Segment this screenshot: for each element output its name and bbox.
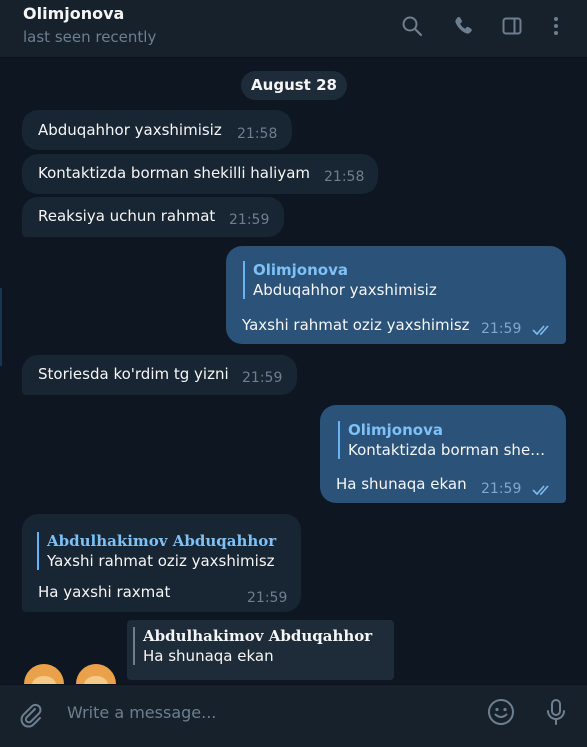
message-text: Ha yaxshi raxmat [38,583,171,601]
read-ticks-icon [532,485,549,496]
outgoing-message[interactable]: Olimjonova Kontaktizda borman she… Ha sh… [320,405,566,503]
outgoing-message[interactable]: Olimjonova Abduqahhor yaxshimisiz Yaxshi… [226,246,566,344]
message-list[interactable]: August 28 Abduqahhor yaxshimisiz 21:58 K… [0,58,587,684]
reply-author: Abdulhakimov Abduqahhor [47,532,277,550]
incoming-message[interactable]: Abduqahhor yaxshimisiz 21:58 [22,110,292,150]
scroll-indicator [0,288,2,366]
message-time: 21:59 [481,321,522,337]
message-time: 21:58 [237,126,278,142]
incoming-message[interactable]: Reaksiya uchun rahmat 21:59 [22,197,284,237]
message-time: 21:58 [324,169,365,185]
phone-icon[interactable] [451,14,475,38]
message-time: 21:59 [242,370,283,386]
emoji-icon[interactable] [486,697,516,727]
message-input[interactable]: Write a message... [67,703,216,722]
message-text: Kontaktizda borman shekilli haliyam [38,164,311,182]
read-ticks-icon [532,325,549,336]
reply-preview[interactable]: Abdulhakimov Abduqahhor Yaxshi rahmat oz… [37,532,293,570]
more-vertical-icon[interactable] [544,14,568,38]
message-time: 21:59 [229,212,270,228]
search-icon[interactable] [400,14,424,38]
reply-preview[interactable]: Olimjonova Abduqahhor yaxshimisiz [243,261,543,299]
last-seen-status: last seen recently [23,28,157,46]
message-composer: Write a message... [0,684,587,747]
message-text: Yaxshi rahmat oziz yaxshimisz [242,316,470,334]
chat-title[interactable]: Olimjonova [23,4,124,23]
quoted-message-preview[interactable]: Abdulhakimov Abduqahhor Ha shunaqa ekan [127,620,394,680]
reply-text: Yaxshi rahmat oziz yaxshimisz [47,552,275,570]
message-text: Abduqahhor yaxshimisiz [38,121,222,139]
incoming-message[interactable]: Storiesda ko'rdim tg yizni 21:59 [22,355,297,395]
monkey-sticker[interactable] [24,664,64,684]
chat-header: Olimjonova last seen recently [0,0,587,58]
message-text: Ha shunaqa ekan [336,475,467,493]
reply-preview[interactable]: Olimjonova Kontaktizda borman she… [338,421,552,459]
reply-preview[interactable]: Abdulhakimov Abduqahhor Ha shunaqa ekan [133,627,383,665]
date-separator: August 28 [241,71,347,100]
message-text: Storiesda ko'rdim tg yizni [38,365,229,383]
sidebar-toggle-icon[interactable] [500,14,524,38]
reply-text: Kontaktizda borman she… [348,441,546,459]
message-text: Reaksiya uchun rahmat [38,207,216,225]
message-time: 21:59 [247,590,288,606]
reply-text: Abduqahhor yaxshimisiz [253,281,437,299]
message-time: 21:59 [481,481,522,497]
monkey-sticker[interactable] [76,664,116,684]
reply-text: Ha shunaqa ekan [143,647,274,665]
incoming-message[interactable]: Abdulhakimov Abduqahhor Yaxshi rahmat oz… [22,514,301,612]
reply-author: Abdulhakimov Abduqahhor [143,627,373,645]
incoming-message[interactable]: Kontaktizda borman shekilli haliyam 21:5… [22,154,378,194]
reply-author: Olimjonova [348,421,443,439]
reply-author: Olimjonova [253,261,348,279]
microphone-icon[interactable] [541,697,571,727]
paperclip-icon[interactable] [16,700,46,730]
